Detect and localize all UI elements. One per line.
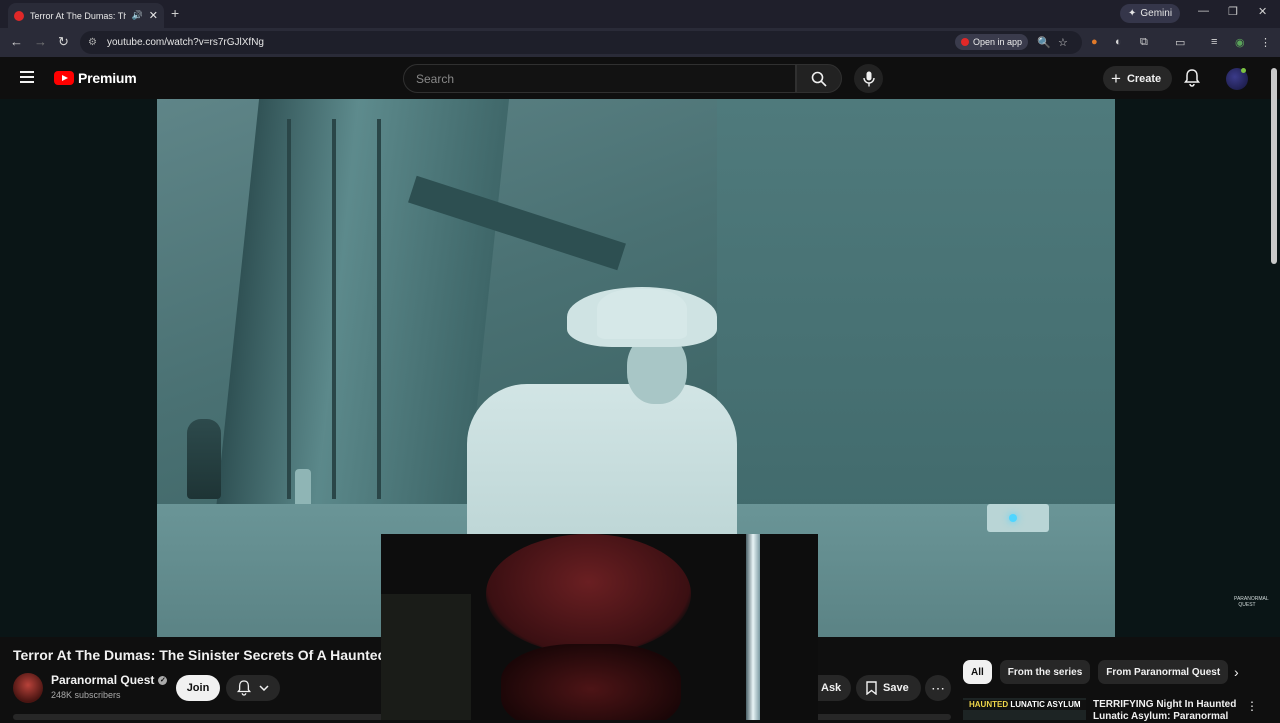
save-label: Save [883,682,909,694]
browser-toolbar: ← → ↻ ⚙ youtube.com/watch?v=rs7rGJlXfNg [0,28,1280,57]
close-window-icon[interactable]: ✕ [1258,5,1267,18]
video-title: Terror At The Dumas: The Sinister Secret… [13,647,383,663]
thumb-text-haunted: HAUNTED [969,700,1009,709]
youtube-favicon-icon [14,10,24,21]
chevron-down-icon [259,685,269,691]
url-text: youtube.com/watch?v=rs7rGJlXfNg [106,37,264,48]
back-arrow-icon[interactable]: ← [10,34,23,49]
search-input[interactable] [416,71,776,86]
search-button[interactable] [796,64,842,93]
microphone-icon [862,71,875,86]
youtube-icon [961,38,969,46]
verified-check-icon: ✓ [158,675,168,685]
youtube-premium-logo[interactable]: Premium [54,70,137,86]
account-avatar[interactable] [1226,68,1248,90]
reload-icon[interactable]: ↻ [58,34,69,50]
subscription-notifications-button[interactable] [226,675,280,701]
profile-icon[interactable]: ◉ [1235,36,1245,49]
channel-name[interactable]: Paranormal Quest [51,673,154,687]
more-horizontal-icon: ⋯ [931,679,945,696]
cast-icon[interactable]: ▭ [1175,36,1185,49]
puzzle-icon[interactable]: ⧉ [1140,36,1148,49]
bookmark-icon [866,681,877,695]
more-vertical-icon[interactable]: ⋮ [1246,699,1258,713]
more-actions-button[interactable]: ⋯ [925,675,951,701]
minimize-icon[interactable]: — [1198,5,1209,17]
restore-icon[interactable]: ❐ [1228,5,1238,18]
gemini-label: Gemini [1140,8,1173,19]
recommendation-title[interactable]: TERRIFYING Night In Haunted Lunatic Asyl… [1093,699,1243,723]
open-in-app-button[interactable]: Open in app [955,34,1029,50]
scene-wall [717,99,1115,539]
channel-watermark[interactable]: PARANORMAL QUEST [1234,596,1269,616]
bookmark-star-icon[interactable]: ☆ [1058,36,1068,49]
close-tab-icon[interactable]: ✕ [149,9,158,22]
speaker-icon[interactable]: 🔊 [132,10,143,21]
channel-name-row[interactable]: Paranormal Quest ✓ [51,673,168,687]
browser-tab-bar: Terror At The Dumas: The Sinister Secret… [0,0,1280,28]
new-tab-button[interactable]: + [171,5,179,21]
overlay-video-clip [381,534,818,720]
gemini-button[interactable]: ✦ Gemini [1120,4,1181,23]
site-info-icon[interactable]: ⚙ [88,37,97,48]
voice-search-button[interactable] [854,64,883,93]
chevron-right-icon[interactable]: › [1234,664,1239,680]
channel-avatar[interactable] [13,673,43,703]
zoom-icon[interactable]: 🔍 [1037,36,1051,49]
scene-lamp [187,419,221,499]
tab-title: Terror At The Dumas: The Sinister Secret… [30,10,126,21]
address-bar[interactable]: ⚙ youtube.com/watch?v=rs7rGJlXfNg [80,31,1082,54]
ask-button[interactable]: Ask [815,675,852,701]
notifications-button[interactable] [1184,69,1200,92]
chip-all[interactable]: All [963,660,992,684]
hamburger-menu-icon[interactable] [20,71,34,83]
save-button[interactable]: Save [856,675,921,701]
logo-text: Premium [78,70,137,86]
recommendation-thumbnail[interactable]: HAUNTED LUNATIC ASYLUM [963,698,1086,720]
extension-2-icon[interactable]: ◐ [1115,36,1122,48]
plus-icon: + [1111,69,1121,88]
forward-arrow-icon[interactable]: → [34,34,47,49]
scene-device [987,504,1049,532]
scene-hat-crown [597,289,687,339]
extension-icon[interactable]: ● [1091,36,1098,48]
page-scrollbar[interactable] [1271,68,1277,264]
menu-dots-icon[interactable]: ⋮ [1260,36,1271,49]
filter-chips: All From the series From Paranormal Ques… [963,660,1229,684]
search-box[interactable] [403,64,796,93]
scene-door [214,99,510,519]
join-button[interactable]: Join [176,675,220,701]
chip-from-paranormal-quest[interactable]: From Paranormal Quest [1098,660,1229,684]
search-icon [811,71,827,87]
youtube-play-icon [54,71,74,85]
reading-list-icon[interactable]: ≡ [1211,36,1217,48]
bell-icon [237,680,251,696]
chip-from-the-series[interactable]: From the series [999,660,1091,684]
bell-icon [1184,69,1200,87]
subscriber-count: 248K subscribers [51,690,121,700]
create-label: Create [1126,72,1162,85]
create-button[interactable]: + Create [1103,66,1173,91]
scene-bottle [295,469,311,509]
open-in-app-label: Open in app [973,37,1023,47]
sparkle-icon: ✦ [1128,8,1137,19]
thumb-text-asylum: LUNATIC ASYLUM [1010,700,1081,709]
browser-tab[interactable]: Terror At The Dumas: The Sinister Secret… [8,3,164,28]
youtube-header: Premium + Create [0,57,1280,99]
